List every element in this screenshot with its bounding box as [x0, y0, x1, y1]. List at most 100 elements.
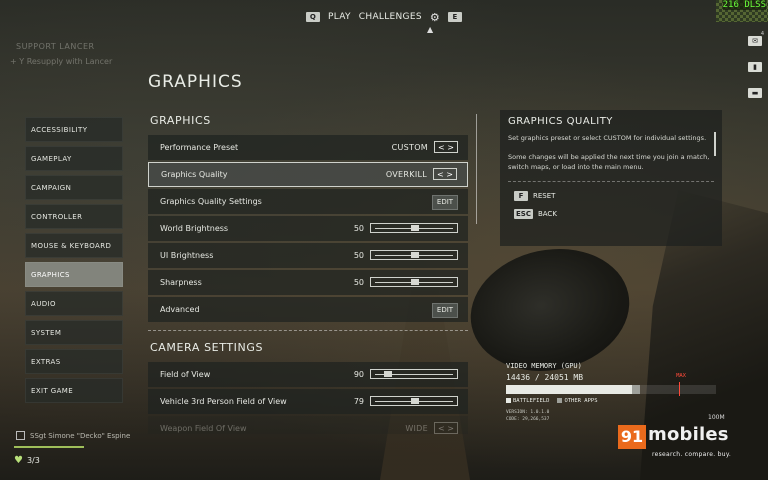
- sharpness-slider[interactable]: [370, 277, 458, 287]
- vram-title: VIDEO MEMORY (GPU): [506, 362, 582, 370]
- fps-counter: 216 DLSS: [716, 0, 768, 22]
- setting-value: 79: [353, 397, 364, 406]
- setting-value: 50: [353, 224, 364, 233]
- slider-thumb[interactable]: [411, 252, 419, 258]
- setting-value: CUSTOM: [391, 143, 428, 152]
- key-e-hint: E: [448, 12, 462, 22]
- setting-label: Field of View: [160, 370, 211, 379]
- gear-icon[interactable]: ⚙: [430, 11, 440, 24]
- setting-value: WIDE: [405, 424, 428, 433]
- arrow-selector[interactable]: < >: [434, 422, 458, 434]
- mail-icon: ✉: [748, 36, 762, 46]
- arrow-selector[interactable]: < >: [434, 141, 458, 153]
- setting-label: Performance Preset: [160, 143, 239, 152]
- settings-nav: ACCESSIBILITY GAMEPLAY CAMPAIGN CONTROLL…: [25, 117, 123, 407]
- logo-brand: mobiles: [648, 424, 729, 445]
- lives-value: 3/3: [26, 456, 40, 465]
- gadget-icon: ▬: [748, 88, 762, 98]
- nav-item-mouse-keyboard[interactable]: MOUSE & KEYBOARD: [25, 233, 123, 258]
- hint-text: Resupply with Lancer: [26, 57, 113, 66]
- ammo-icon: ▮: [748, 62, 762, 72]
- legend-battlefield: BATTLEFIELD: [506, 398, 549, 404]
- section-title-camera: CAMERA SETTINGS: [150, 341, 264, 354]
- description-note: Some changes will be applied the next ti…: [508, 153, 710, 171]
- edit-button[interactable]: EDIT: [432, 303, 458, 318]
- lives-counter: ♥ 3/3: [14, 455, 40, 466]
- version-text: VERSION: 1.0.1.0: [506, 410, 550, 415]
- nav-item-controller[interactable]: CONTROLLER: [25, 204, 123, 229]
- setting-world-brightness[interactable]: World Brightness 50: [148, 216, 468, 241]
- nav-item-audio[interactable]: AUDIO: [25, 291, 123, 316]
- section-title-graphics: GRAPHICS: [150, 114, 211, 127]
- setting-graphics-quality-settings[interactable]: Graphics Quality Settings EDIT: [148, 189, 468, 214]
- vram-fill-battlefield: [506, 385, 632, 394]
- nav-item-exit-game[interactable]: EXIT GAME: [25, 378, 123, 403]
- setting-advanced[interactable]: Advanced EDIT: [148, 297, 468, 322]
- hint-key: Y: [19, 57, 25, 66]
- setting-value: 50: [353, 278, 364, 287]
- description-scrollbar[interactable]: [714, 132, 716, 156]
- reset-button[interactable]: F RESET: [514, 191, 714, 201]
- settings-scrollbar[interactable]: [476, 114, 477, 224]
- setting-vehicle-fov[interactable]: Vehicle 3rd Person Field of View 79: [148, 389, 468, 414]
- slider-thumb[interactable]: [411, 279, 419, 285]
- edit-button[interactable]: EDIT: [432, 195, 458, 210]
- video-memory-meter: VIDEO MEMORY (GPU) 14436 / 24051 MB MAX …: [506, 362, 716, 423]
- setting-value: 90: [353, 370, 364, 379]
- setting-label: Vehicle 3rd Person Field of View: [160, 397, 287, 406]
- nav-item-accessibility[interactable]: ACCESSIBILITY: [25, 117, 123, 142]
- setting-performance-preset[interactable]: Performance Preset CUSTOM < >: [148, 135, 468, 160]
- vehicle-fov-slider[interactable]: [370, 396, 458, 406]
- nav-item-campaign[interactable]: CAMPAIGN: [25, 175, 123, 200]
- slider-thumb[interactable]: [411, 225, 419, 231]
- code-text: CODE: 29,266,537: [506, 417, 550, 422]
- setting-ui-brightness[interactable]: UI Brightness 50: [148, 243, 468, 268]
- setting-value: OVERKILL: [385, 170, 427, 179]
- nav-item-system[interactable]: SYSTEM: [25, 320, 123, 345]
- hud-count: 4: [760, 31, 764, 37]
- support-lancer-hint: + Y Resupply with Lancer: [10, 57, 113, 66]
- nav-item-graphics[interactable]: GRAPHICS: [25, 262, 123, 287]
- setting-graphics-quality[interactable]: Graphics Quality OVERKILL < >: [148, 162, 468, 187]
- nav-item-extras[interactable]: EXTRAS: [25, 349, 123, 374]
- setting-label: Graphics Quality Settings: [160, 197, 262, 206]
- ui-brightness-slider[interactable]: [370, 250, 458, 260]
- back-button[interactable]: ESC BACK: [514, 209, 714, 219]
- key-q-hint: Q: [305, 12, 320, 22]
- slider-thumb[interactable]: [383, 371, 392, 377]
- setting-field-of-view[interactable]: Field of View 90: [148, 362, 468, 387]
- support-lancer-title: SUPPORT LANCER: [16, 42, 95, 51]
- caret-up-icon: ▲: [427, 25, 434, 34]
- tab-play[interactable]: PLAY: [328, 12, 351, 22]
- setting-weapon-fov[interactable]: Weapon Field Of View WIDE < >: [148, 416, 468, 434]
- vram-legend: BATTLEFIELD OTHER APPS: [506, 398, 716, 404]
- setting-sharpness[interactable]: Sharpness 50: [148, 270, 468, 295]
- squad-checkbox-icon: [16, 431, 25, 440]
- slider-thumb[interactable]: [411, 398, 419, 404]
- key-f-hint: F: [514, 191, 528, 201]
- back-label: BACK: [537, 210, 557, 218]
- page-title: GRAPHICS: [148, 72, 243, 92]
- description-divider: [508, 181, 714, 182]
- tab-challenges[interactable]: CHALLENGES: [359, 12, 422, 22]
- fov-slider[interactable]: [370, 369, 458, 379]
- squad-health-bar: [14, 446, 84, 448]
- vram-max-label: MAX: [676, 373, 686, 379]
- squad-member: SSgt Simone "Decko" Espine: [16, 431, 130, 440]
- logo-tagline: research. compare. buy.: [652, 451, 732, 458]
- key-esc-hint: ESC: [514, 209, 533, 219]
- legend-other-apps: OTHER APPS: [557, 398, 598, 404]
- setting-label: Advanced: [160, 305, 200, 314]
- brightness-slider[interactable]: [370, 223, 458, 233]
- settings-panel: GRAPHICS Performance Preset CUSTOM < > G…: [148, 108, 468, 434]
- fps-text: 216 DLSS: [722, 0, 766, 10]
- description-title: GRAPHICS QUALITY: [508, 116, 613, 127]
- setting-label: World Brightness: [160, 224, 229, 233]
- setting-label: Graphics Quality: [161, 170, 228, 179]
- setting-label: Sharpness: [160, 278, 202, 287]
- nav-item-gameplay[interactable]: GAMEPLAY: [25, 146, 123, 171]
- squad-player-name: SSgt Simone "Decko" Espine: [30, 431, 131, 440]
- setting-label: UI Brightness: [160, 251, 214, 260]
- vram-bar: MAX: [506, 373, 716, 396]
- arrow-selector[interactable]: < >: [433, 168, 457, 180]
